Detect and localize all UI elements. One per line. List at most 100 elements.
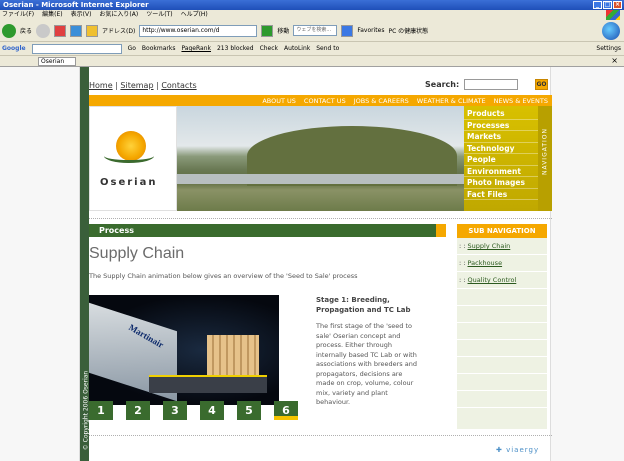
stage-description: The first stage of the 'seed to sale' Os… [316, 322, 417, 406]
stage-2-button[interactable]: 2 [126, 401, 150, 420]
menu-favorites[interactable]: お気に入り(A) [99, 10, 138, 20]
tab-oserian[interactable]: Oserian [38, 57, 76, 66]
sub-navigation: SUB NAVIGATION : : Supply Chain : : Pack… [457, 224, 547, 429]
menu-people[interactable]: People [464, 154, 538, 166]
swoosh-logo-icon [104, 149, 154, 163]
subnav-spacer [457, 289, 547, 306]
site-search-input[interactable] [464, 79, 518, 90]
stage-5-button[interactable]: 5 [237, 401, 261, 420]
address-label: アドレス(D) [102, 28, 136, 35]
nav-jobs-careers[interactable]: JOBS & CAREERS [354, 97, 409, 105]
stage-buttons: 1 2 3 4 5 6 [89, 401, 298, 420]
nav-about-us[interactable]: ABOUT US [262, 97, 296, 105]
tab-label: Oserian [41, 58, 65, 65]
subnav-link-packhouse[interactable]: Packhouse [468, 259, 503, 267]
settings-button[interactable]: Settings [596, 45, 624, 52]
minimize-button[interactable]: _ [593, 1, 602, 9]
navigation-label: NAVIGATION [541, 127, 549, 176]
maximize-button[interactable]: □ [603, 1, 612, 9]
menu-photo-images[interactable]: Photo Images [464, 177, 538, 189]
google-logo: Google [2, 45, 26, 52]
google-toolbar: Google Go Bookmarks PageRank 213 blocked… [0, 42, 624, 56]
navigation-toolbar: 戻る アドレス(D) http://www.oserian.com/d 移動 ウ… [0, 20, 624, 42]
menu-help[interactable]: ヘルプ(H) [181, 10, 208, 20]
oserian-logo[interactable]: Oserian [89, 106, 177, 211]
main-nav: ABOUT US CONTACT US JOBS & CAREERS WEATH… [89, 95, 552, 106]
popup-blocked-count[interactable]: 213 blocked [217, 45, 254, 52]
subnav-spacer [457, 340, 547, 357]
page-viewport: © Copyright 2006 Oserian Home | Sitemap … [0, 67, 624, 461]
navigation-vertical-label: NAVIGATION [538, 106, 552, 211]
site-go-button[interactable]: GO [535, 79, 548, 90]
back-button-label[interactable]: 戻る [20, 26, 32, 35]
subnav-spacer [457, 391, 547, 408]
ie-logo-icon [602, 22, 620, 40]
subnav-link-quality-control[interactable]: Quality Control [468, 276, 517, 284]
nav-contact-us[interactable]: CONTACT US [304, 97, 346, 105]
viaergy-credit[interactable]: ✚ viaergy [496, 446, 539, 454]
menu-bar: ファイル(F) 編集(E) 表示(V) お気に入り(A) ツール(T) ヘルプ(… [0, 10, 624, 20]
address-input[interactable]: http://www.oserian.com/d [139, 24, 258, 37]
link-sitemap[interactable]: Sitemap [120, 81, 153, 90]
subnav-spacer [457, 374, 547, 391]
menu-environment[interactable]: Environment [464, 166, 538, 177]
credit-text: viaergy [506, 446, 540, 454]
stage-1-button[interactable]: 1 [89, 401, 113, 420]
windows-logo-icon [606, 10, 620, 20]
favorites-button[interactable]: Favorites [357, 27, 384, 34]
home-icon[interactable] [86, 24, 99, 37]
menu-edit[interactable]: 編集(E) [42, 10, 62, 20]
pc-health-button[interactable]: PC の健康状態 [388, 26, 428, 35]
menu-tools[interactable]: ツール(T) [146, 10, 172, 20]
stage-title: Stage 1: Breeding, Propagation and TC La… [316, 296, 411, 314]
subnav-spacer [457, 357, 547, 374]
hero-banner: Oserian Products Processes Markets Techn… [89, 106, 552, 211]
menu-file[interactable]: ファイル(F) [2, 10, 34, 20]
menu-products[interactable]: Products [464, 108, 538, 120]
back-arrow-icon[interactable] [2, 23, 16, 38]
stage-4-button[interactable]: 4 [200, 401, 224, 420]
menu-fact-files[interactable]: Fact Files [464, 189, 538, 200]
intro-text: The Supply Chain animation below gives a… [89, 272, 358, 280]
subnav-link-supply-chain[interactable]: Supply Chain [468, 242, 511, 250]
menu-view[interactable]: 表示(V) [71, 10, 92, 20]
close-tab-icon[interactable]: × [611, 56, 618, 66]
autolink-button[interactable]: AutoLink [284, 45, 310, 52]
menu-markets[interactable]: Markets [464, 131, 538, 143]
web-search-input[interactable]: ウェブを検索... [293, 25, 338, 36]
stage-6-button[interactable]: 6 [274, 401, 298, 420]
stage-3-button[interactable]: 3 [163, 401, 187, 420]
go-arrow-icon[interactable] [261, 24, 274, 37]
section-label: Process [99, 226, 134, 235]
subnav-item-packhouse[interactable]: : : Packhouse [457, 255, 547, 272]
nav-weather-climate[interactable]: WEATHER & CLIMATE [417, 97, 486, 105]
stop-icon[interactable] [54, 24, 67, 37]
forward-arrow-icon[interactable] [36, 23, 51, 38]
pagerank-indicator: PageRank [181, 45, 211, 52]
sendto-button[interactable]: Send to [316, 45, 339, 52]
go-button-label[interactable]: 移動 [277, 26, 289, 35]
oserian-site: © Copyright 2006 Oserian Home | Sitemap … [79, 67, 552, 461]
side-menu: Products Processes Markets Technology Pe… [464, 106, 552, 211]
nav-news-events[interactable]: NEWS & EVENTS [494, 97, 548, 105]
subnav-spacer [457, 323, 547, 340]
link-contacts[interactable]: Contacts [161, 81, 196, 90]
subnav-item-supply-chain[interactable]: : : Supply Chain [457, 238, 547, 255]
bookmarks-button[interactable]: Bookmarks [142, 45, 176, 52]
window-title: Oserian - Microsoft Internet Explorer [3, 1, 149, 9]
google-go-button[interactable]: Go [128, 45, 136, 52]
search-icon[interactable] [341, 24, 354, 37]
refresh-icon[interactable] [70, 24, 83, 37]
menu-processes[interactable]: Processes [464, 120, 538, 131]
site-search-label: Search: [425, 80, 460, 89]
menu-technology[interactable]: Technology [464, 143, 538, 154]
logo-text: Oserian [100, 177, 158, 188]
close-button[interactable]: × [613, 1, 622, 9]
footer-divider [89, 435, 552, 436]
google-search-input[interactable] [31, 43, 122, 54]
section-bar: Process [89, 224, 446, 237]
spellcheck-button[interactable]: Check [260, 45, 278, 52]
landscape-photo [177, 106, 464, 211]
link-home[interactable]: Home [89, 81, 113, 90]
subnav-item-quality-control[interactable]: : : Quality Control [457, 272, 547, 289]
